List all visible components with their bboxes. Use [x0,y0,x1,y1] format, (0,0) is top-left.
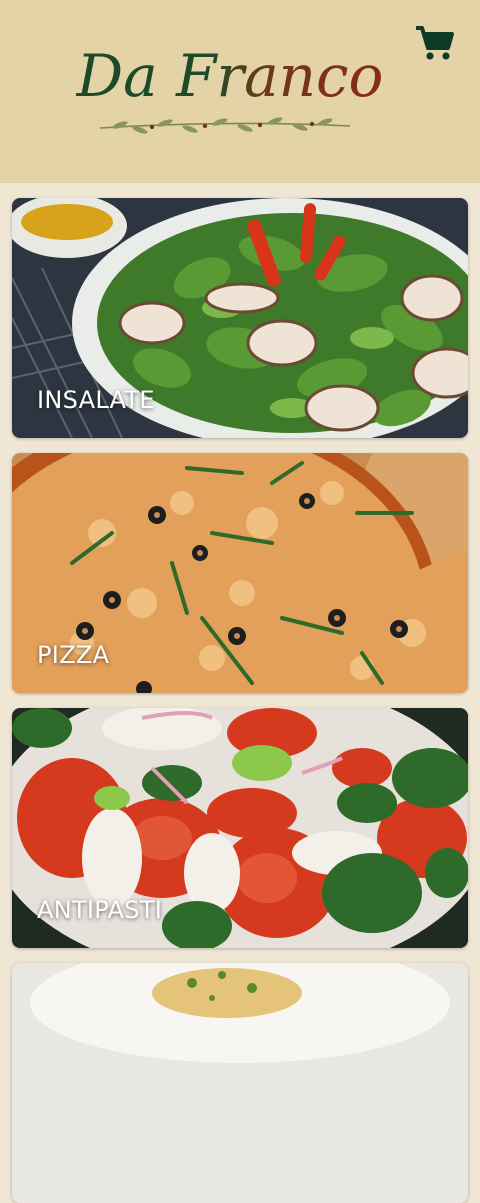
category-card-pizza[interactable]: PIZZA [12,453,468,693]
shopping-cart-icon[interactable] [412,22,456,62]
pasta-dish-photo [12,963,468,1203]
brand-logo[interactable]: Da Franco [60,28,400,148]
category-label: INSALATE [37,386,155,414]
category-label: PIZZA [37,641,110,669]
category-card-antipasti[interactable]: ANTIPASTI [12,708,468,948]
category-card-insalate[interactable]: INSALATE [12,198,468,438]
app-header: Da Franco [0,0,480,183]
category-label: ANTIPASTI [37,896,163,924]
category-list: INSALATE PIZZA ANTIPASTI [0,183,480,1203]
category-card-pasta[interactable] [12,963,468,1203]
brand-title: Da Franco [76,42,384,110]
